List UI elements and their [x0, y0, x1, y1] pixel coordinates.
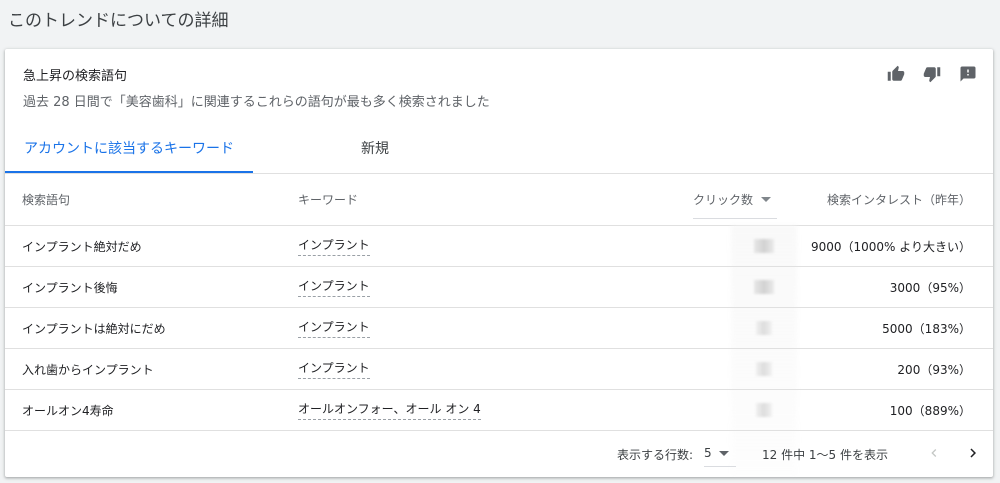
redacted-value — [754, 239, 774, 253]
header-search-term: 検索語句 — [22, 193, 71, 207]
rows-per-page-label: 表示する行数: — [617, 448, 694, 462]
redacted-value — [756, 362, 772, 376]
row-search-term: インプラントは絶対にだめ — [22, 321, 166, 336]
row-keyword-text: オールオンフォー、オール オン 4 — [298, 400, 481, 420]
table-row: インプラントは絶対にだめ インプラント 5000（183%） — [5, 308, 993, 349]
row-search-interest: 3000（95%） — [889, 280, 971, 295]
row-clicks-redacted — [731, 267, 797, 307]
tab-account-keywords[interactable]: アカウントに該当するキーワード — [5, 129, 253, 173]
tab-new[interactable]: 新規 — [305, 129, 445, 171]
rows-per-page-value: 5 — [704, 446, 712, 460]
table-header: 検索語句 キーワード クリック数 検索インタレスト（昨年） — [5, 174, 993, 226]
row-search-term: インプラント絶対だめ — [22, 239, 142, 254]
row-keyword-text: インプラント — [298, 359, 370, 379]
row-search-term: インプラント後悔 — [22, 280, 118, 295]
row-search-interest: 9000（1000% より大きい） — [810, 239, 971, 254]
card-subtitle: 過去 28 日間で「美容歯科」に関連するこれらの語句が最も多く検索されました — [23, 95, 490, 110]
row-keyword: インプラント — [298, 267, 370, 307]
header-clicks-sort[interactable]: クリック数 — [693, 180, 777, 219]
header-keyword: キーワード — [298, 193, 359, 207]
feedback-actions — [885, 63, 979, 85]
row-search-term: 入れ歯からインプラント — [22, 362, 154, 377]
page-heading: このトレンドについての詳細 — [8, 11, 229, 31]
table-row: インプラント絶対だめ インプラント 9000（1000% より大きい） — [5, 226, 993, 267]
redacted-value — [754, 280, 774, 294]
sort-down-icon — [761, 196, 772, 202]
redacted-value — [756, 403, 772, 417]
header-search-interest: 検索インタレスト（昨年） — [826, 193, 971, 207]
card-title: 急上昇の検索語句 — [23, 69, 128, 84]
row-search-interest: 100（889%） — [889, 403, 971, 418]
row-keyword-text: インプラント — [298, 236, 370, 256]
previous-page-button[interactable] — [923, 442, 945, 464]
row-search-interest: 5000（183%） — [882, 321, 971, 336]
thumb-up-icon[interactable] — [885, 63, 907, 85]
row-keyword: インプラント — [298, 226, 370, 266]
feedback-icon[interactable] — [957, 63, 979, 85]
row-keyword: インプラント — [298, 308, 370, 348]
page-range-text: 12 件中 1～5 件を表示 — [762, 448, 888, 462]
table-row: 入れ歯からインプラント インプラント 200（93%） — [5, 349, 993, 390]
next-page-button[interactable] — [962, 442, 984, 464]
pagination-bar: 表示する行数: 5 12 件中 1～5 件を表示 — [5, 434, 993, 474]
row-keyword: オールオンフォー、オール オン 4 — [298, 390, 481, 430]
row-clicks-redacted — [731, 308, 797, 348]
chevron-right-icon — [970, 448, 976, 458]
trend-card: 急上昇の検索語句 過去 28 日間で「美容歯科」に関連するこれらの語句が最も多く… — [5, 49, 993, 477]
table-row: インプラント後悔 インプラント 3000（95%） — [5, 267, 993, 308]
dropdown-arrow-icon — [718, 450, 729, 456]
tab-bar: アカウントに該当するキーワード 新規 — [5, 129, 993, 174]
row-search-interest: 200（93%） — [897, 362, 971, 377]
redacted-value — [756, 321, 772, 335]
thumb-down-icon[interactable] — [921, 63, 943, 85]
chevron-left-icon — [931, 449, 937, 457]
row-search-term: オールオン4寿命 — [22, 403, 114, 418]
table-row: オールオン4寿命 オールオンフォー、オール オン 4 100（889%） — [5, 390, 993, 431]
rows-per-page-select[interactable]: 5 — [704, 440, 736, 467]
row-keyword-text: インプラント — [298, 318, 370, 338]
search-terms-table: 検索語句 キーワード クリック数 検索インタレスト（昨年） インプラント絶対だめ… — [5, 174, 993, 475]
row-keyword-text: インプラント — [298, 277, 370, 297]
row-clicks-redacted — [731, 390, 797, 430]
row-keyword: インプラント — [298, 349, 370, 389]
header-clicks-label: クリック数 — [693, 192, 754, 207]
row-clicks-redacted — [731, 349, 797, 389]
row-clicks-redacted — [731, 226, 797, 266]
